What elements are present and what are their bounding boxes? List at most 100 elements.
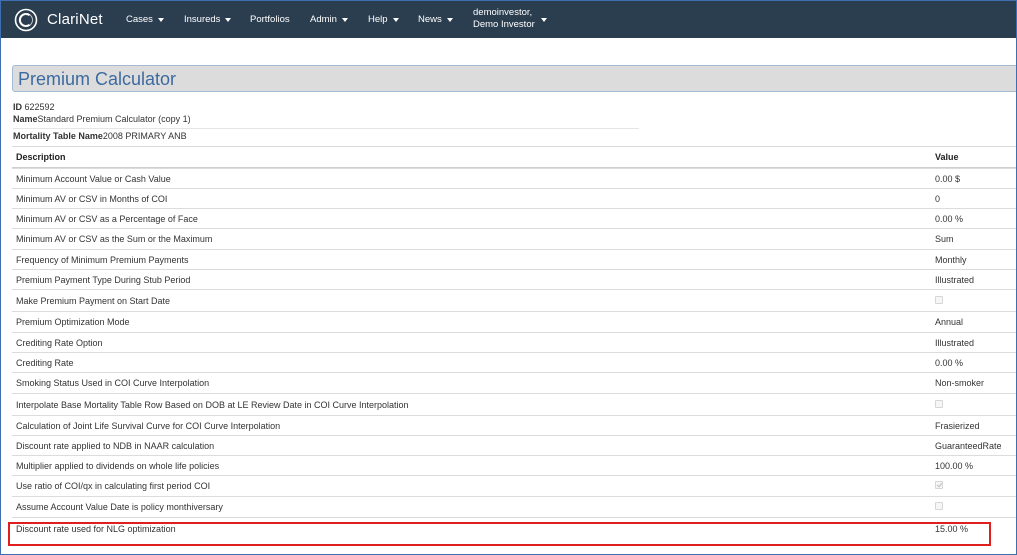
meta-divider xyxy=(13,128,639,129)
nav-item-portfolios[interactable]: Portfolios xyxy=(250,1,290,38)
column-header-value: Value xyxy=(935,152,959,162)
table-row: Minimum Account Value or Cash Value 0.00 … xyxy=(12,168,1016,188)
brand-link[interactable]: ClariNet xyxy=(14,7,103,32)
mortality-label: Mortality Table Name xyxy=(13,131,103,141)
row-value: 0.00 % xyxy=(935,357,964,368)
table-row: Interpolate Base Mortality Table Row Bas… xyxy=(12,393,1016,415)
row-description: Smoking Status Used in COI Curve Interpo… xyxy=(16,378,210,388)
row-value: 15.00 % xyxy=(935,523,969,534)
row-description: Premium Payment Type During Stub Period xyxy=(16,274,191,285)
row-description: Use ratio of COI/qx in calculating first… xyxy=(16,481,211,491)
row-description: Minimum Account Value or Cash Value xyxy=(16,173,171,184)
chevron-down-icon xyxy=(541,18,547,22)
table-row: Crediting Rate 0.00 % xyxy=(12,352,1016,372)
brand-name: ClariNet xyxy=(47,11,103,28)
row-value: 100.00 % xyxy=(935,460,974,471)
table-row: Use ratio of COI/qx in calculating first… xyxy=(12,475,1016,496)
table-row: Multiplier applied to dividends on whole… xyxy=(12,455,1016,475)
nav-item-label: Insureds xyxy=(184,14,221,25)
table-row: Minimum AV or CSV as the Sum or the Maxi… xyxy=(12,228,1016,249)
row-value: Frasierized xyxy=(935,420,980,431)
navbar: ClariNet Cases Insureds Portfolios Admin Hel… xyxy=(1,1,1016,38)
row-value: Sum xyxy=(935,234,954,244)
nav-item-help[interactable]: Help xyxy=(368,1,399,38)
row-description: Premium Optimization Mode xyxy=(16,317,130,327)
row-description: Calculation of Joint Life Survival Curve… xyxy=(16,420,281,431)
id-value: 622592 xyxy=(24,102,55,112)
row-description: Make Premium Payment on Start Date xyxy=(16,295,171,306)
row-value xyxy=(935,481,943,491)
table-row: Discount rate applied to NDB in NAAR cal… xyxy=(12,435,1016,455)
table-row: Crediting Rate Option Illustrated xyxy=(12,332,1016,352)
row-value xyxy=(935,399,943,410)
page-title: Premium Calculator xyxy=(18,69,177,89)
row-description: Minimum AV or CSV as a Percentage of Fac… xyxy=(16,213,198,224)
clarinet-logo-icon xyxy=(14,8,38,31)
row-description: Interpolate Base Mortality Table Row Bas… xyxy=(16,399,409,410)
user-menu[interactable]: demoinvestor, Demo Investor xyxy=(473,7,547,31)
table-row: Calculation of Joint Life Survival Curve… xyxy=(12,415,1016,435)
checkbox-unchecked xyxy=(935,399,943,408)
row-value: Monthly xyxy=(935,254,967,265)
row-value: 0 xyxy=(935,193,941,204)
meta-name: NameStandard Premium Calculator (copy 1) xyxy=(13,114,191,124)
nav-item-cases[interactable]: Cases xyxy=(126,1,164,38)
column-header-description: Description xyxy=(16,152,66,162)
row-description: Crediting Rate xyxy=(16,357,74,368)
row-description: Minimum AV or CSV as the Sum or the Maxi… xyxy=(16,234,213,244)
chevron-down-icon xyxy=(446,18,453,22)
nav-item-label: Portfolios xyxy=(250,14,290,25)
row-description: Discount rate used for NLG optimization xyxy=(16,523,176,534)
row-value: GuaranteedRate xyxy=(935,440,1002,451)
user-name-line2: Demo Investor xyxy=(473,19,535,30)
checkbox-checked xyxy=(935,481,943,489)
meta-mortality: Mortality Table Name2008 PRIMARY ANB xyxy=(13,131,187,141)
chevron-down-icon xyxy=(225,18,232,22)
chevron-down-icon xyxy=(341,18,348,22)
checkbox-unchecked xyxy=(935,502,943,510)
row-value xyxy=(935,295,943,306)
row-description: Discount rate applied to NDB in NAAR cal… xyxy=(16,440,215,451)
row-value: Non-smoker xyxy=(935,378,985,388)
nav-item-label: Help xyxy=(368,14,388,25)
table-row: Premium Optimization Mode Annual xyxy=(12,311,1016,332)
settings-table: Description Value Minimum Account Value … xyxy=(12,146,1016,539)
meta-id: ID 622592 xyxy=(13,102,55,112)
name-value: Standard Premium Calculator (copy 1) xyxy=(37,114,191,124)
nav-item-label: Cases xyxy=(126,14,153,25)
nav-item-admin[interactable]: Admin xyxy=(310,1,348,38)
row-value: Annual xyxy=(935,317,964,327)
row-description: Minimum AV or CSV in Months of COI xyxy=(16,193,168,204)
table-row: Discount rate used for NLG optimization 1… xyxy=(12,517,1016,539)
nav-item-label: Admin xyxy=(310,14,337,25)
row-value: Illustrated xyxy=(935,274,975,285)
row-description: Crediting Rate Option xyxy=(16,337,103,348)
table-header-row: Description Value xyxy=(12,146,1016,168)
row-description: Assume Account Value Date is policy mont… xyxy=(16,502,223,512)
table-row: Frequency of Minimum Premium Payments Mon… xyxy=(12,249,1016,269)
id-label: ID xyxy=(13,102,22,112)
page-header: Premium Calculator xyxy=(12,65,1016,92)
app-window: ClariNet Cases Insureds Portfolios Admin Hel… xyxy=(0,0,1017,555)
table-row: Make Premium Payment on Start Date xyxy=(12,289,1016,311)
row-description: Frequency of Minimum Premium Payments xyxy=(16,254,189,265)
mortality-value: 2008 PRIMARY ANB xyxy=(102,131,187,141)
table-row: Minimum AV or CSV in Months of COI 0 xyxy=(12,188,1016,208)
row-value: Illustrated xyxy=(935,337,975,348)
table-row: Premium Payment Type During Stub Period I… xyxy=(12,269,1016,289)
row-value xyxy=(935,502,943,512)
name-label: Name xyxy=(13,114,38,124)
table-row: Minimum AV or CSV as a Percentage of Fac… xyxy=(12,208,1016,228)
chevron-down-icon xyxy=(392,18,399,22)
row-description: Multiplier applied to dividends on whole… xyxy=(16,460,220,471)
row-value: 0.00 $ xyxy=(935,173,961,184)
user-name-line1: demoinvestor, xyxy=(473,7,533,18)
checkbox-unchecked xyxy=(935,295,943,304)
row-value: 0.00 % xyxy=(935,213,964,224)
nav-item-label: News xyxy=(418,14,442,25)
table-row: Assume Account Value Date is policy mont… xyxy=(12,496,1016,517)
table-row: Smoking Status Used in COI Curve Interpo… xyxy=(12,372,1016,393)
nav-item-news[interactable]: News xyxy=(418,1,453,38)
chevron-down-icon xyxy=(157,18,164,22)
nav-item-insureds[interactable]: Insureds xyxy=(184,1,232,38)
